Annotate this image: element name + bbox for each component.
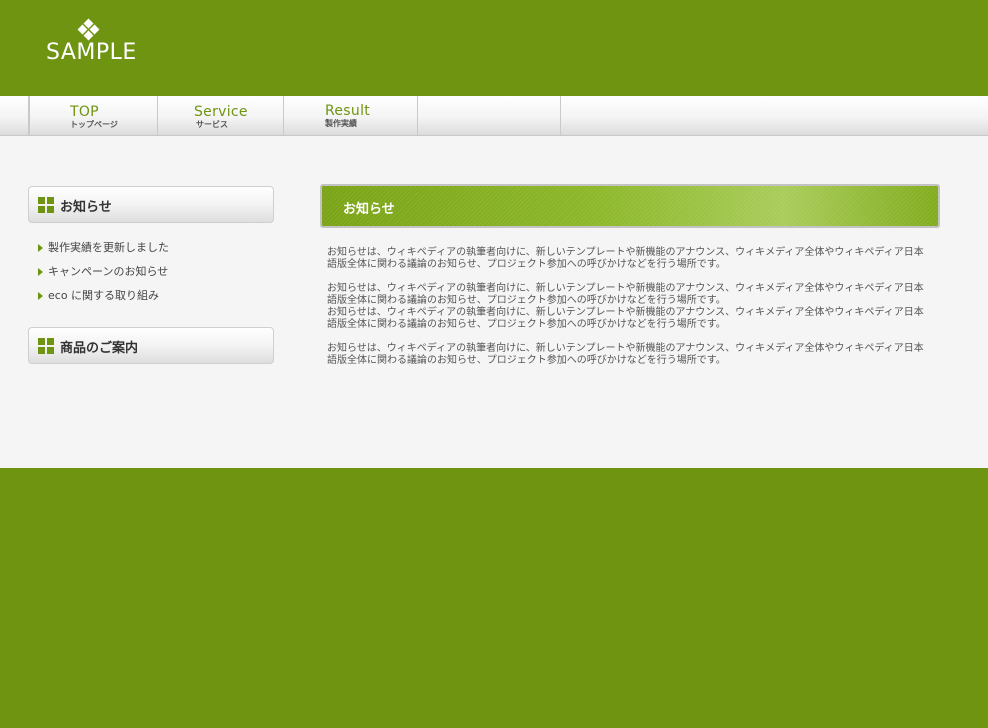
content-body: お知らせは、ウィキペディアの執筆者向けに、新しいテンプレートや新機能のアナウンス… [327,247,927,367]
arrow-bullet-icon [38,244,43,252]
arrow-bullet-icon [38,292,43,300]
site-footer [0,468,988,728]
nav-service-label: Service [194,104,248,120]
sidebar-products-heading[interactable]: 商品のご案内 [28,327,274,364]
content-paragraph: お知らせは、ウィキペディアの執筆者向けに、新しいテンプレートや新機能のアナウンス… [327,247,924,270]
sidebar-news-item[interactable]: 製作実績を更新しました [38,236,169,260]
sidebar-news-item-label: 製作実績を更新しました [48,241,169,254]
nav-top-label: TOP [70,104,99,120]
nav-item-service[interactable]: Service サービス [158,96,284,135]
nav-top-sublabel: トップページ [70,120,118,129]
content-paragraph: お知らせは、ウィキペディアの執筆者向けに、新しいテンプレートや新機能のアナウンス… [327,343,924,366]
sidebar-news-list: 製作実績を更新しました キャンペーンのお知らせ eco に関する取り組み [38,236,169,308]
global-nav: TOP トップページ Service サービス Result 製作実績 [0,96,988,136]
sidebar-news-item-label: eco に関する取り組み [48,289,160,302]
site-header: SAMPLE [0,0,988,96]
nav-item-top[interactable]: TOP トップページ [29,96,158,135]
content-title: お知らせ [343,202,395,217]
nav-service-sublabel: サービス [196,120,228,129]
nav-item-result[interactable]: Result 製作実績 [284,96,418,135]
sidebar-news-item[interactable]: キャンペーンのお知らせ [38,260,169,284]
sidebar-news-item-label: キャンペーンのお知らせ [48,265,169,278]
sidebar-news-title: お知らせ [60,200,112,215]
nav-result-sublabel: 製作実績 [325,119,357,128]
sidebar-news-item[interactable]: eco に関する取り組み [38,284,169,308]
site-logo[interactable]: SAMPLE [46,18,146,68]
grid-icon [38,197,54,213]
logo-text: SAMPLE [46,40,137,65]
arrow-bullet-icon [38,268,43,276]
nav-item-blank[interactable] [418,96,561,135]
sidebar-products-title: 商品のご案内 [60,341,139,356]
sidebar-news-heading: お知らせ [28,186,274,223]
nav-result-label: Result [325,103,371,119]
main-area: お知らせ 製作実績を更新しました キャンペーンのお知らせ eco に関する取り組… [0,136,988,468]
nav-item-top[interactable] [0,96,29,135]
content-paragraph: お知らせは、ウィキペディアの執筆者向けに、新しいテンプレートや新機能のアナウンス… [327,283,924,306]
content-heading: お知らせ [320,184,940,228]
content-paragraph: お知らせは、ウィキペディアの執筆者向けに、新しいテンプレートや新機能のアナウンス… [327,307,924,330]
grid-icon [38,338,54,354]
